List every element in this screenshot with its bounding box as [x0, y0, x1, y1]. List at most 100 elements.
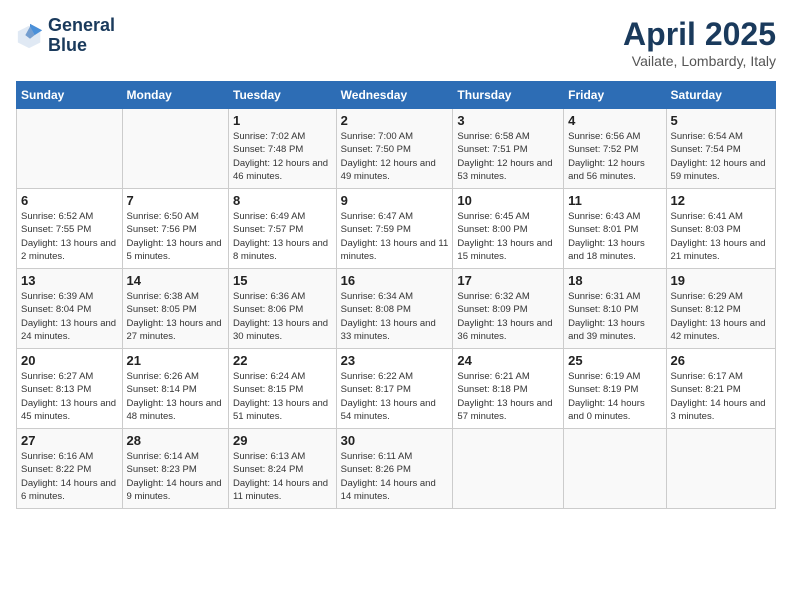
calendar-week-2: 6 Sunrise: 6:52 AMSunset: 7:55 PMDaylight…	[17, 189, 776, 269]
day-number: 22	[233, 353, 332, 368]
day-number: 16	[341, 273, 449, 288]
day-info: Sunrise: 6:52 AMSunset: 7:55 PMDaylight:…	[21, 210, 118, 263]
calendar-cell: 10 Sunrise: 6:45 AMSunset: 8:00 PMDayligh…	[453, 189, 564, 269]
calendar-cell: 9 Sunrise: 6:47 AMSunset: 7:59 PMDaylight…	[336, 189, 453, 269]
calendar-cell	[453, 429, 564, 509]
logo: General Blue	[16, 16, 115, 56]
day-number: 23	[341, 353, 449, 368]
day-number: 2	[341, 113, 449, 128]
day-info: Sunrise: 6:22 AMSunset: 8:17 PMDaylight:…	[341, 370, 449, 423]
day-number: 15	[233, 273, 332, 288]
day-info: Sunrise: 6:34 AMSunset: 8:08 PMDaylight:…	[341, 290, 449, 343]
day-number: 17	[457, 273, 559, 288]
day-info: Sunrise: 6:58 AMSunset: 7:51 PMDaylight:…	[457, 130, 559, 183]
calendar-cell: 3 Sunrise: 6:58 AMSunset: 7:51 PMDaylight…	[453, 109, 564, 189]
day-info: Sunrise: 6:36 AMSunset: 8:06 PMDaylight:…	[233, 290, 332, 343]
day-info: Sunrise: 6:24 AMSunset: 8:15 PMDaylight:…	[233, 370, 332, 423]
day-number: 6	[21, 193, 118, 208]
page-header: General Blue April 2025 Vailate, Lombard…	[16, 16, 776, 69]
calendar-cell: 14 Sunrise: 6:38 AMSunset: 8:05 PMDayligh…	[122, 269, 228, 349]
day-info: Sunrise: 6:31 AMSunset: 8:10 PMDaylight:…	[568, 290, 661, 343]
calendar-cell: 4 Sunrise: 6:56 AMSunset: 7:52 PMDaylight…	[564, 109, 666, 189]
day-number: 27	[21, 433, 118, 448]
column-header-monday: Monday	[122, 82, 228, 109]
calendar-cell	[564, 429, 666, 509]
calendar-week-1: 1 Sunrise: 7:02 AMSunset: 7:48 PMDaylight…	[17, 109, 776, 189]
calendar-week-4: 20 Sunrise: 6:27 AMSunset: 8:13 PMDayligh…	[17, 349, 776, 429]
day-number: 25	[568, 353, 661, 368]
day-number: 4	[568, 113, 661, 128]
calendar-cell: 5 Sunrise: 6:54 AMSunset: 7:54 PMDaylight…	[666, 109, 775, 189]
day-number: 21	[127, 353, 224, 368]
calendar-table: SundayMondayTuesdayWednesdayThursdayFrid…	[16, 81, 776, 509]
calendar-header-row: SundayMondayTuesdayWednesdayThursdayFrid…	[17, 82, 776, 109]
calendar-cell: 23 Sunrise: 6:22 AMSunset: 8:17 PMDayligh…	[336, 349, 453, 429]
column-header-tuesday: Tuesday	[229, 82, 337, 109]
day-info: Sunrise: 6:56 AMSunset: 7:52 PMDaylight:…	[568, 130, 661, 183]
calendar-cell: 7 Sunrise: 6:50 AMSunset: 7:56 PMDaylight…	[122, 189, 228, 269]
calendar-cell: 6 Sunrise: 6:52 AMSunset: 7:55 PMDaylight…	[17, 189, 123, 269]
logo-text: General Blue	[48, 16, 115, 56]
title-block: April 2025 Vailate, Lombardy, Italy	[623, 16, 776, 69]
day-info: Sunrise: 6:38 AMSunset: 8:05 PMDaylight:…	[127, 290, 224, 343]
day-number: 10	[457, 193, 559, 208]
day-info: Sunrise: 6:16 AMSunset: 8:22 PMDaylight:…	[21, 450, 118, 503]
logo-icon	[16, 22, 44, 50]
calendar-cell: 20 Sunrise: 6:27 AMSunset: 8:13 PMDayligh…	[17, 349, 123, 429]
day-info: Sunrise: 6:17 AMSunset: 8:21 PMDaylight:…	[671, 370, 771, 423]
column-header-friday: Friday	[564, 82, 666, 109]
day-number: 13	[21, 273, 118, 288]
calendar-week-5: 27 Sunrise: 6:16 AMSunset: 8:22 PMDayligh…	[17, 429, 776, 509]
day-info: Sunrise: 6:27 AMSunset: 8:13 PMDaylight:…	[21, 370, 118, 423]
day-number: 7	[127, 193, 224, 208]
column-header-sunday: Sunday	[17, 82, 123, 109]
day-number: 12	[671, 193, 771, 208]
calendar-cell	[122, 109, 228, 189]
calendar-cell: 17 Sunrise: 6:32 AMSunset: 8:09 PMDayligh…	[453, 269, 564, 349]
day-info: Sunrise: 6:13 AMSunset: 8:24 PMDaylight:…	[233, 450, 332, 503]
day-number: 26	[671, 353, 771, 368]
calendar-cell: 11Sunrise: 6:43 AMSunset: 8:01 PMDayligh…	[564, 189, 666, 269]
day-info: Sunrise: 6:26 AMSunset: 8:14 PMDaylight:…	[127, 370, 224, 423]
calendar-cell: 21 Sunrise: 6:26 AMSunset: 8:14 PMDayligh…	[122, 349, 228, 429]
day-info: Sunrise: 6:45 AMSunset: 8:00 PMDaylight:…	[457, 210, 559, 263]
day-number: 20	[21, 353, 118, 368]
day-info: Sunrise: 6:50 AMSunset: 7:56 PMDaylight:…	[127, 210, 224, 263]
day-info: Sunrise: 6:39 AMSunset: 8:04 PMDaylight:…	[21, 290, 118, 343]
calendar-cell: 15 Sunrise: 6:36 AMSunset: 8:06 PMDayligh…	[229, 269, 337, 349]
day-info: Sunrise: 6:19 AMSunset: 8:19 PMDaylight:…	[568, 370, 661, 423]
day-number: 30	[341, 433, 449, 448]
day-number: 1	[233, 113, 332, 128]
day-number: 19	[671, 273, 771, 288]
day-info: Sunrise: 6:11 AMSunset: 8:26 PMDaylight:…	[341, 450, 449, 503]
calendar-week-3: 13 Sunrise: 6:39 AMSunset: 8:04 PMDayligh…	[17, 269, 776, 349]
calendar-cell: 28Sunrise: 6:14 AMSunset: 8:23 PMDayligh…	[122, 429, 228, 509]
calendar-cell: 1 Sunrise: 7:02 AMSunset: 7:48 PMDaylight…	[229, 109, 337, 189]
column-header-thursday: Thursday	[453, 82, 564, 109]
main-title: April 2025	[623, 16, 776, 53]
day-number: 3	[457, 113, 559, 128]
calendar-cell: 26 Sunrise: 6:17 AMSunset: 8:21 PMDayligh…	[666, 349, 775, 429]
calendar-cell: 19 Sunrise: 6:29 AMSunset: 8:12 PMDayligh…	[666, 269, 775, 349]
day-number: 5	[671, 113, 771, 128]
day-info: Sunrise: 6:47 AMSunset: 7:59 PMDaylight:…	[341, 210, 449, 263]
calendar-cell: 25 Sunrise: 6:19 AMSunset: 8:19 PMDayligh…	[564, 349, 666, 429]
calendar-cell: 16 Sunrise: 6:34 AMSunset: 8:08 PMDayligh…	[336, 269, 453, 349]
day-number: 9	[341, 193, 449, 208]
calendar-cell: 18Sunrise: 6:31 AMSunset: 8:10 PMDayligh…	[564, 269, 666, 349]
day-info: Sunrise: 7:02 AMSunset: 7:48 PMDaylight:…	[233, 130, 332, 183]
day-info: Sunrise: 6:43 AMSunset: 8:01 PMDaylight:…	[568, 210, 661, 263]
day-number: 28	[127, 433, 224, 448]
calendar-cell	[666, 429, 775, 509]
column-header-wednesday: Wednesday	[336, 82, 453, 109]
day-info: Sunrise: 6:41 AMSunset: 8:03 PMDaylight:…	[671, 210, 771, 263]
day-number: 24	[457, 353, 559, 368]
day-number: 8	[233, 193, 332, 208]
day-info: Sunrise: 6:54 AMSunset: 7:54 PMDaylight:…	[671, 130, 771, 183]
day-info: Sunrise: 6:32 AMSunset: 8:09 PMDaylight:…	[457, 290, 559, 343]
day-info: Sunrise: 6:29 AMSunset: 8:12 PMDaylight:…	[671, 290, 771, 343]
calendar-cell: 29Sunrise: 6:13 AMSunset: 8:24 PMDayligh…	[229, 429, 337, 509]
calendar-cell: 8Sunrise: 6:49 AMSunset: 7:57 PMDaylight…	[229, 189, 337, 269]
calendar-cell: 13 Sunrise: 6:39 AMSunset: 8:04 PMDayligh…	[17, 269, 123, 349]
day-number: 14	[127, 273, 224, 288]
